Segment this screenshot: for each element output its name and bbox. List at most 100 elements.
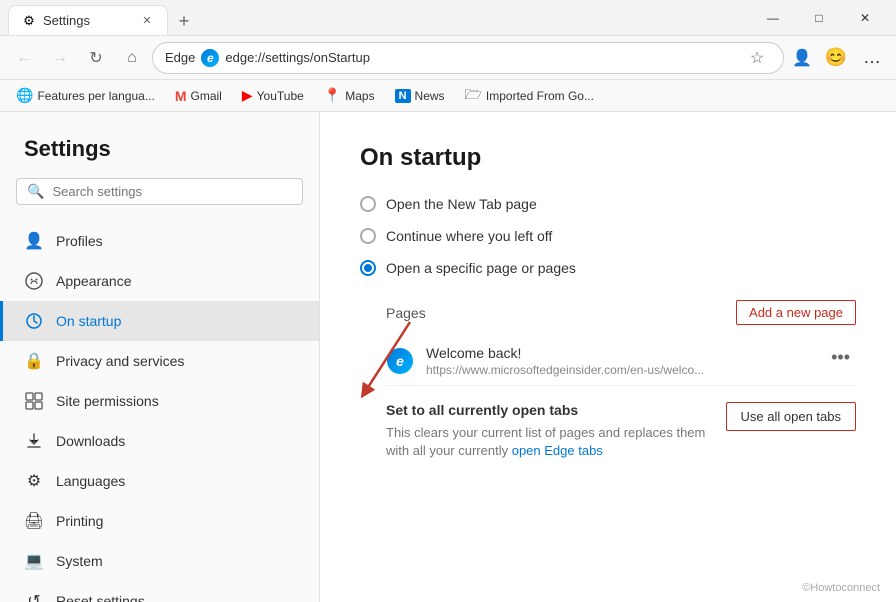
sidebar-item-languages-label: Languages: [56, 473, 125, 489]
sidebar-item-profiles[interactable]: 👤 Profiles: [0, 221, 319, 261]
bookmark-maps-label: Maps: [345, 89, 374, 103]
search-icon: 🔍: [27, 183, 44, 200]
page-title: On startup: [360, 144, 856, 172]
appearance-icon: [24, 271, 44, 291]
printing-icon: 🖨: [24, 511, 44, 531]
radio-continue[interactable]: Continue where you left off: [360, 228, 856, 244]
reset-icon: ↺: [24, 591, 44, 602]
radio-specific-label: Open a specific page or pages: [386, 260, 576, 276]
minimize-button[interactable]: —: [750, 0, 796, 36]
sidebar-item-site-permissions-label: Site permissions: [56, 393, 159, 409]
settings-tab[interactable]: ⚙ Settings ✕: [8, 5, 168, 35]
startup-options: Open the New Tab page Continue where you…: [360, 196, 856, 276]
on-startup-icon: [24, 311, 44, 331]
use-all-open-tabs-button[interactable]: Use all open tabs: [726, 402, 856, 431]
tab-area: ⚙ Settings ✕ +: [8, 0, 750, 35]
sidebar-item-downloads[interactable]: Downloads: [0, 421, 319, 461]
pages-label: Pages: [386, 305, 426, 321]
open-tabs-desc-highlight: open Edge tabs: [512, 443, 603, 458]
sidebar-item-profiles-label: Profiles: [56, 233, 103, 249]
sidebar-item-reset[interactable]: ↺ Reset settings: [0, 581, 319, 602]
bookmark-imported-label: Imported From Go...: [486, 89, 594, 103]
sidebar-item-printing-label: Printing: [56, 513, 103, 529]
add-new-page-button[interactable]: Add a new page: [736, 300, 856, 325]
sidebar-item-on-startup[interactable]: On startup: [0, 301, 319, 341]
welcome-page-info: Welcome back! https://www.microsoftedgei…: [426, 345, 813, 377]
refresh-button[interactable]: ↻: [80, 42, 112, 74]
address-bar[interactable]: Edge e ☆: [152, 42, 784, 74]
emoji-button[interactable]: 😊: [820, 42, 852, 74]
bookmark-youtube-label: YouTube: [257, 89, 304, 103]
favorite-button[interactable]: ☆: [743, 44, 771, 72]
page-entry-welcome: e Welcome back! https://www.microsoftedg…: [386, 337, 856, 386]
navbar: ← → ↻ ⌂ Edge e ☆ 👤 😊 …: [0, 36, 896, 80]
welcome-page-name: Welcome back!: [426, 345, 813, 361]
search-settings-box[interactable]: 🔍: [16, 178, 303, 205]
maximize-button[interactable]: □: [796, 0, 842, 36]
bookmark-features-icon: 🌐: [16, 87, 33, 104]
new-tab-button[interactable]: +: [170, 7, 198, 35]
bookmark-maps-icon: 📍: [324, 87, 341, 104]
bookmark-youtube[interactable]: ▶ YouTube: [234, 85, 312, 106]
radio-specific[interactable]: Open a specific page or pages: [360, 260, 856, 276]
sidebar-item-languages[interactable]: ⚙ Languages: [0, 461, 319, 501]
radio-continue-label: Continue where you left off: [386, 228, 552, 244]
languages-icon: ⚙: [24, 471, 44, 491]
sidebar-item-privacy[interactable]: 🔒 Privacy and services: [0, 341, 319, 381]
close-button[interactable]: ✕: [842, 0, 888, 36]
back-button[interactable]: ←: [8, 42, 40, 74]
bookmark-news[interactable]: N News: [387, 87, 453, 105]
more-button[interactable]: …: [856, 42, 888, 74]
search-settings-input[interactable]: [52, 184, 292, 199]
open-tabs-description: This clears your current list of pages a…: [386, 424, 710, 460]
bookmark-imported[interactable]: 🗁 Imported From Go...: [457, 82, 602, 110]
sidebar: Settings 🔍 👤 Profiles Appearance On star…: [0, 112, 320, 602]
privacy-icon: 🔒: [24, 351, 44, 371]
address-input[interactable]: [225, 50, 737, 65]
titlebar: ⚙ Settings ✕ + — □ ✕: [0, 0, 896, 36]
settings-tab-favicon: ⚙: [21, 13, 37, 29]
open-tabs-title: Set to all currently open tabs: [386, 402, 710, 418]
sidebar-item-printing[interactable]: 🖨 Printing: [0, 501, 319, 541]
page-entry-more-button[interactable]: •••: [825, 345, 856, 370]
radio-continue-circle: [360, 228, 376, 244]
profile-button[interactable]: 👤: [788, 44, 816, 72]
sidebar-item-appearance[interactable]: Appearance: [0, 261, 319, 301]
bookmark-gmail-label: Gmail: [191, 89, 222, 103]
sidebar-item-downloads-label: Downloads: [56, 433, 125, 449]
copyright-text: ©Howtoconnect: [802, 582, 880, 594]
edge-logo-icon: e: [201, 49, 219, 67]
bookmark-features-label: Features per langua...: [37, 89, 154, 103]
content-area: On startup Open the New Tab page Continu…: [320, 112, 896, 602]
radio-specific-circle: [360, 260, 376, 276]
bookmark-gmail[interactable]: M Gmail: [167, 86, 230, 106]
profiles-icon: 👤: [24, 231, 44, 251]
welcome-page-url: https://www.microsoftedgeinsider.com/en-…: [426, 363, 813, 377]
site-permissions-icon: [24, 391, 44, 411]
edge-brand-label: Edge: [165, 50, 195, 65]
bookmark-news-icon: N: [395, 89, 411, 103]
radio-new-tab-label: Open the New Tab page: [386, 196, 537, 212]
sidebar-item-system[interactable]: 💻 System: [0, 541, 319, 581]
sidebar-item-privacy-label: Privacy and services: [56, 353, 184, 369]
bookmark-youtube-icon: ▶: [242, 87, 253, 104]
settings-tab-title: Settings: [43, 13, 133, 28]
bookmark-news-label: News: [415, 89, 445, 103]
welcome-page-icon: e: [386, 347, 414, 375]
sidebar-item-reset-label: Reset settings: [56, 593, 145, 602]
main-area: Settings 🔍 👤 Profiles Appearance On star…: [0, 112, 896, 602]
system-icon: 💻: [24, 551, 44, 571]
bookmark-gmail-icon: M: [175, 88, 187, 104]
open-tabs-section: Set to all currently open tabs This clea…: [386, 402, 856, 460]
pages-header: Pages Add a new page: [386, 300, 856, 325]
open-tabs-info: Set to all currently open tabs This clea…: [386, 402, 710, 460]
bookmark-features[interactable]: 🌐 Features per langua...: [8, 85, 163, 106]
bookmark-maps[interactable]: 📍 Maps: [316, 85, 383, 106]
home-button[interactable]: ⌂: [116, 42, 148, 74]
radio-new-tab[interactable]: Open the New Tab page: [360, 196, 856, 212]
tab-close-button[interactable]: ✕: [139, 13, 155, 29]
radio-new-tab-circle: [360, 196, 376, 212]
forward-button[interactable]: →: [44, 42, 76, 74]
sidebar-item-site-permissions[interactable]: Site permissions: [0, 381, 319, 421]
bookmarks-bar: 🌐 Features per langua... M Gmail ▶ YouTu…: [0, 80, 896, 112]
